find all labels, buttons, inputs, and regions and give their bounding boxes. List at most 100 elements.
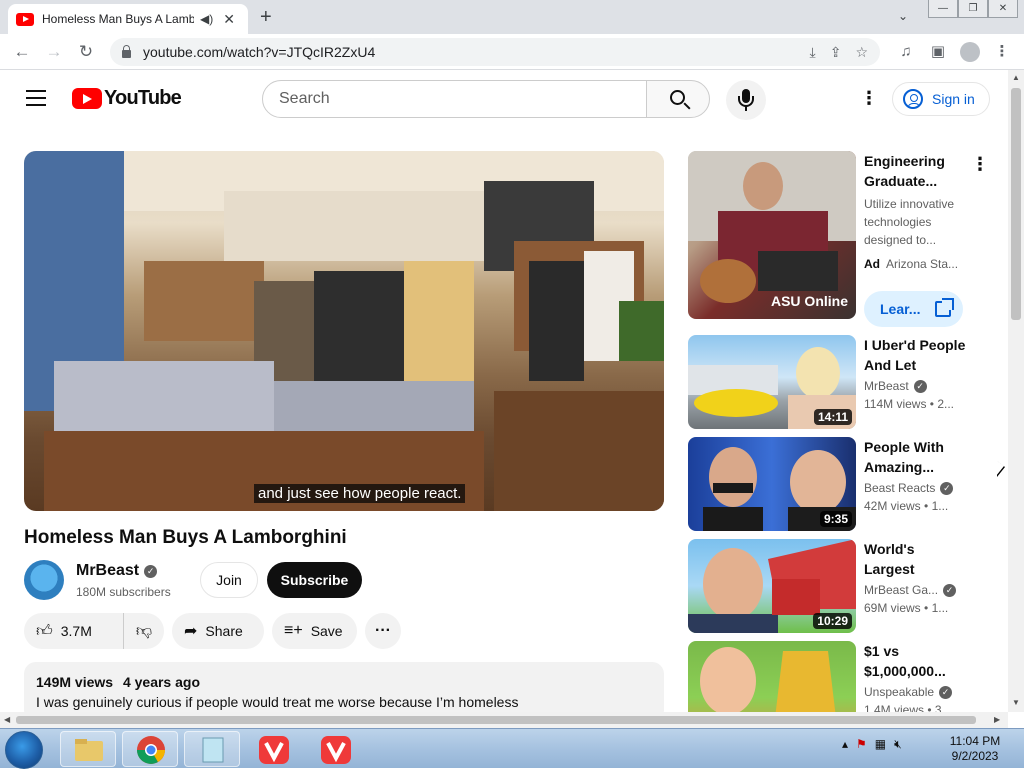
share-page-icon[interactable]: ⇪	[830, 44, 842, 61]
learn-more-button[interactable]: Lear...	[864, 291, 963, 327]
subscribe-button[interactable]: Subscribe	[267, 562, 362, 598]
vertical-scrollbar[interactable]: ▲ ▼	[1008, 70, 1024, 712]
recommendation-channel[interactable]: Unspeakable ✓	[864, 685, 953, 699]
channel-label[interactable]: Unspeakable	[864, 685, 934, 699]
start-button[interactable]	[5, 731, 43, 769]
recommendation-meta: 69M views • 1...	[864, 601, 949, 615]
close-window-icon[interactable]: ✕	[988, 0, 1018, 18]
join-button[interactable]: Join	[200, 562, 258, 598]
forward-icon[interactable]: →	[42, 40, 66, 64]
recommendation-item[interactable]: 14:11 I Uber'd People And Let Them... Mr…	[688, 335, 998, 429]
search-input[interactable]: Search	[262, 80, 647, 118]
browser-menu-icon[interactable]: ⋮	[990, 40, 1014, 64]
sign-in-button[interactable]: Sign in	[892, 82, 990, 116]
like-dislike-group: 👍︎ 3.7M 👎︎	[24, 613, 164, 649]
install-icon[interactable]: ⤓	[810, 44, 816, 61]
voice-search-button[interactable]	[726, 80, 766, 120]
vertical-scroll-thumb[interactable]	[1011, 88, 1021, 320]
scroll-down-icon[interactable]: ▼	[1012, 698, 1020, 707]
recommendation-thumbnail[interactable]: 10:29	[688, 539, 856, 633]
thumbs-down-icon: 👎︎	[135, 622, 153, 640]
recommendation-title[interactable]: I Uber'd People And Let Them...	[864, 335, 968, 375]
recommendation-channel[interactable]: MrBeast ✓	[864, 379, 927, 393]
recommendation-thumbnail[interactable]: 14:11	[688, 335, 856, 429]
taskbar-notepad[interactable]	[184, 731, 240, 767]
taskbar-vivaldi-1[interactable]	[246, 731, 302, 767]
scroll-up-icon[interactable]: ▲	[1012, 73, 1020, 82]
side-panel-icon[interactable]: ▣	[926, 40, 950, 64]
channel-name[interactable]: MrBeast ✓	[76, 562, 158, 580]
vivaldi-icon	[259, 736, 289, 764]
scroll-left-icon[interactable]: ◀	[4, 715, 10, 724]
upload-age: 4 years ago	[122, 674, 201, 690]
taskbar-vivaldi-2[interactable]	[308, 731, 364, 767]
ad-title[interactable]: Engineering Graduate...	[864, 151, 968, 191]
recommendation-item[interactable]: 10:29 World's Largest Experiment! MrBeas…	[688, 539, 998, 633]
new-tab-icon[interactable]: +	[260, 6, 272, 29]
youtube-logo[interactable]: YouTube	[72, 87, 182, 110]
restore-icon[interactable]: ❐	[958, 0, 988, 18]
tab-close-icon[interactable]: ✕	[223, 11, 235, 28]
browser-tab[interactable]: Homeless Man Buys A Lamb ◀) ✕	[8, 4, 248, 34]
taskbar-explorer[interactable]	[60, 731, 116, 767]
thumbs-up-icon: 👍︎	[36, 622, 53, 640]
video-player[interactable]: and just see how people react.	[24, 151, 664, 511]
media-control-icon[interactable]: ♫	[894, 40, 918, 64]
external-link-icon	[935, 298, 954, 317]
network-icon[interactable]: ▦	[875, 737, 886, 752]
profile-icon[interactable]	[958, 40, 982, 64]
verified-icon: ✓	[939, 686, 953, 699]
save-button[interactable]: ≡+ Save	[272, 613, 357, 649]
taskbar-chrome[interactable]	[122, 731, 178, 767]
volume-muted-icon[interactable]: 🔇︎	[894, 737, 902, 752]
ad-tag: Ad	[864, 257, 880, 271]
minimize-icon[interactable]: —	[928, 0, 958, 18]
back-icon[interactable]: ←	[10, 40, 34, 64]
search-button[interactable]	[646, 80, 710, 118]
verified-icon: ✓	[943, 584, 957, 597]
recommendation-item[interactable]: $1 vs $1,000,000... Unspeakable ✓ 1.4M vi…	[688, 641, 998, 712]
like-button[interactable]: 👍︎ 3.7M	[24, 613, 124, 649]
share-button[interactable]: ➦ Share	[172, 613, 264, 649]
youtube-play-icon	[72, 88, 102, 109]
more-horizontal-icon: ···	[375, 622, 391, 639]
omnibox-actions: ⤓ ⇪ ☆	[810, 38, 869, 66]
scroll-right-icon[interactable]: ▶	[994, 715, 1000, 724]
recommendation-channel[interactable]: MrBeast Ga... ✓	[864, 583, 957, 597]
recommendation-thumbnail[interactable]	[688, 641, 856, 712]
settings-kebab-icon[interactable]: ⋮	[860, 89, 878, 107]
ad-sponsor: Ad Arizona Sta...	[864, 257, 958, 271]
dislike-button[interactable]: 👎︎	[124, 622, 164, 641]
ad-card[interactable]: ASU Online Engineering Graduate... ⋮ Uti…	[688, 151, 998, 327]
chevron-down-icon[interactable]: ⌄	[898, 9, 908, 23]
horizontal-scrollbar[interactable]: ◀ ▶	[0, 712, 1008, 728]
verified-icon: ✓	[144, 565, 158, 578]
reload-icon[interactable]: ↻	[74, 40, 98, 64]
channel-name-text[interactable]: MrBeast	[76, 562, 139, 579]
channel-label[interactable]: Beast Reacts	[864, 481, 935, 495]
recommendation-thumbnail[interactable]: 9:35	[688, 437, 856, 531]
action-center-icon[interactable]: ⚑	[856, 737, 867, 752]
recommendation-item[interactable]: 9:35 People With Amazing... Beast Reacts…	[688, 437, 998, 531]
recommendation-channel[interactable]: Beast Reacts ✓	[864, 481, 954, 495]
menu-icon[interactable]	[26, 90, 46, 106]
recommendation-title[interactable]: $1 vs $1,000,000...	[864, 641, 968, 681]
description-text: I was genuinely curious if people would …	[36, 694, 519, 710]
recommendation-title[interactable]: World's Largest Experiment!	[864, 539, 968, 579]
horizontal-scroll-thumb[interactable]	[16, 716, 976, 724]
taskbar-clock[interactable]: 11:04 PM 9/2/2023	[944, 734, 1006, 764]
bookmark-star-icon[interactable]: ☆	[855, 44, 868, 61]
verified-icon: ✓	[913, 380, 927, 393]
speaker-icon[interactable]: ◀)	[200, 12, 213, 26]
channel-label[interactable]: MrBeast	[864, 379, 909, 393]
address-bar[interactable]: youtube.com/watch?v=JTQcIR2ZxU4 ⤓ ⇪ ☆	[110, 38, 880, 66]
more-actions-button[interactable]: ···	[365, 613, 401, 649]
ad-more-icon[interactable]: ⋮	[971, 155, 989, 173]
tray-expand-icon[interactable]: ▴	[842, 737, 848, 752]
recommendation-title[interactable]: People With Amazing...	[864, 437, 968, 477]
channel-avatar[interactable]	[24, 560, 64, 600]
channel-label[interactable]: MrBeast Ga...	[864, 583, 938, 597]
ad-thumbnail[interactable]: ASU Online	[688, 151, 856, 319]
url-text[interactable]: youtube.com/watch?v=JTQcIR2ZxU4	[143, 44, 375, 60]
ad-description: Utilize innovative technologies designed…	[864, 197, 955, 247]
